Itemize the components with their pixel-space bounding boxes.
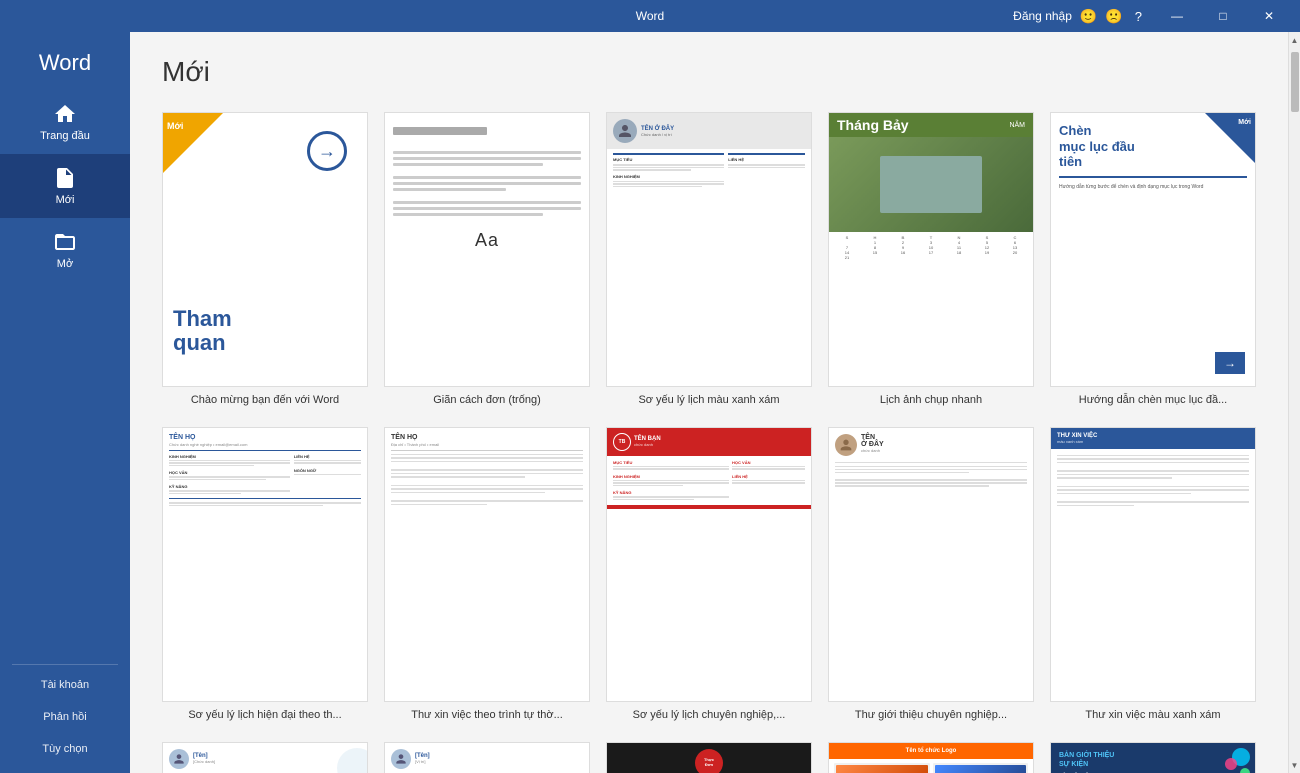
template-card-blank[interactable]: Aa Giãn cách đơn (trống) — [384, 112, 590, 407]
sidebar-home-label: Trang đầu — [40, 130, 90, 142]
template-name-cv-letter: Thư xin việc theo trình tự thờ... — [384, 708, 590, 722]
sidebar-divider — [12, 664, 118, 665]
home-icon — [53, 102, 77, 126]
template-card-cv-modern[interactable]: TÊN HỌ Chức danh nghề nghiệp • email@ema… — [162, 427, 368, 722]
maximize-button[interactable]: □ — [1200, 0, 1246, 32]
minimize-button[interactable]: — — [1154, 0, 1200, 32]
page-title: Mới — [162, 56, 1256, 88]
welcome-badge-text: Mới — [167, 121, 183, 131]
template-card-event-colorful[interactable]: Tên tổ chức Logo — [828, 742, 1034, 773]
template-card-cv-letter[interactable]: TÊN HỌ Địa chỉ • Thành phố • email — [384, 427, 590, 722]
scroll-thumb[interactable] — [1291, 52, 1299, 112]
template-name-welcome: Chào mừng bạn đến với Word — [162, 393, 368, 407]
template-thumb-blank: Aa — [384, 112, 590, 387]
sidebar-nav: Trang đầu Mới Mở — [0, 90, 130, 660]
toc-badge-text: Mới — [1238, 119, 1251, 126]
sidebar: Word Trang đầu Mới Mở — [0, 32, 130, 773]
sidebar-item-home[interactable]: Trang đầu — [0, 90, 130, 154]
template-name-cv-letter-blue: Thư xin việc màu xanh xám — [1050, 708, 1256, 722]
sidebar-item-new[interactable]: Mới — [0, 154, 130, 218]
close-button[interactable]: ✕ — [1246, 0, 1292, 32]
sad-icon[interactable]: 🙁 — [1105, 8, 1122, 25]
template-thumb-cv-intro: TÊNỞ ĐÂY chức danh — [828, 427, 1034, 702]
template-name-cv-red: Sơ yếu lý lịch chuyên nghiệp,... — [606, 708, 812, 722]
new-icon — [53, 166, 77, 190]
help-button[interactable]: ? — [1131, 9, 1146, 24]
template-card-cv-circle-2[interactable]: [Tên] [Vị trí] KINH NGHIỆM HỌC VẤN LIÊN … — [384, 742, 590, 773]
sidebar-item-options[interactable]: Tùy chọn — [0, 733, 130, 765]
template-name-blank: Giãn cách đơn (trống) — [384, 393, 590, 407]
template-thumb-welcome: Mới → Thamquan — [162, 112, 368, 387]
template-thumb-calendar: Tháng Bảy NĂM S H B T — [828, 112, 1034, 387]
sidebar-item-feedback[interactable]: Phản hồi — [0, 701, 130, 733]
template-name-calendar: Lịch ảnh chụp nhanh — [828, 393, 1034, 407]
template-name-toc: Hướng dẫn chèn mục lục đầ... — [1050, 393, 1256, 407]
template-card-event-blue[interactable]: BẢN GIỚI THIỆUSỰ KIỆN NÊN BẮT ĐẦUNHƯ THẾ… — [1050, 742, 1256, 773]
template-card-cv-blue[interactable]: TÊN Ở ĐÂY Chức danh / vị trí MỤC TIÊU — [606, 112, 812, 407]
scroll-up-button[interactable]: ▲ — [1289, 32, 1300, 48]
template-thumb-event-blue: BẢN GIỚI THIỆUSỰ KIỆN NÊN BẮT ĐẦUNHƯ THẾ… — [1050, 742, 1256, 773]
template-thumb-cv-red: TB TÊN BẠN chức danh MỤC TIÊU — [606, 427, 812, 702]
signin-label[interactable]: Đăng nhập — [1013, 9, 1072, 23]
template-thumb-cv-blue: TÊN Ở ĐÂY Chức danh / vị trí MỤC TIÊU — [606, 112, 812, 387]
template-thumb-cv-circle-2: [Tên] [Vị trí] KINH NGHIỆM HỌC VẤN LIÊN … — [384, 742, 590, 773]
sidebar-open-label: Mở — [57, 258, 73, 270]
welcome-big-text: Thamquan — [173, 307, 232, 355]
app-title-center: Word — [636, 9, 664, 23]
template-card-cv-intro[interactable]: TÊNỞ ĐÂY chức danh — [828, 427, 1034, 722]
feedback-smiley-icon[interactable]: 🙂 — [1080, 8, 1097, 25]
template-name-cv-blue: Sơ yếu lý lịch màu xanh xám — [606, 393, 812, 407]
window-controls: — □ ✕ — [1154, 0, 1292, 32]
open-icon — [53, 230, 77, 254]
template-thumb-menu-dark: ThựcĐơn BẮT ĐẦU — [606, 742, 812, 773]
template-thumb-cv-circle-1: [Tên] [Chức danh] TRẢI KỸ NĂNG LIÊN HỆ — [162, 742, 368, 773]
template-name-cv-intro: Thư giới thiệu chuyên nghiệp... — [828, 708, 1034, 722]
title-bar-actions: Đăng nhập 🙂 🙁 ? — □ ✕ — [1013, 0, 1292, 32]
sidebar-app-name: Word — [0, 32, 130, 90]
template-thumb-event-colorful: Tên tổ chức Logo — [828, 742, 1034, 773]
template-card-cv-circle-1[interactable]: [Tên] [Chức danh] TRẢI KỸ NĂNG LIÊN HỆ — [162, 742, 368, 773]
template-thumb-cv-letter: TÊN HỌ Địa chỉ • Thành phố • email — [384, 427, 590, 702]
template-card-menu-dark[interactable]: ThựcĐơn BẮT ĐẦU — [606, 742, 812, 773]
content-area: Mới Mới → Thamquan Chào mừng bạn đến với… — [130, 32, 1288, 773]
template-card-toc[interactable]: Mới Chènmục lục đầutiên Hướng dẫn từng b… — [1050, 112, 1256, 407]
template-card-welcome[interactable]: Mới → Thamquan Chào mừng bạn đến với Wor… — [162, 112, 368, 407]
template-grid: Mới → Thamquan Chào mừng bạn đến với Wor… — [162, 112, 1256, 773]
template-card-cv-letter-blue[interactable]: THƯ XIN VIỆC màu xanh xám — [1050, 427, 1256, 722]
sidebar-new-label: Mới — [56, 194, 75, 206]
toc-arrow-icon: → — [1215, 352, 1245, 374]
title-bar: Word Đăng nhập 🙂 🙁 ? — □ ✕ — [0, 0, 1300, 32]
sidebar-bottom: Tài khoản Phản hồi Tùy chọn — [0, 660, 130, 773]
template-card-calendar[interactable]: Tháng Bảy NĂM S H B T — [828, 112, 1034, 407]
template-card-cv-red[interactable]: TB TÊN BẠN chức danh MỤC TIÊU — [606, 427, 812, 722]
sidebar-item-account[interactable]: Tài khoản — [0, 669, 130, 701]
template-thumb-cv-modern: TÊN HỌ Chức danh nghề nghiệp • email@ema… — [162, 427, 368, 702]
sidebar-item-open[interactable]: Mở — [0, 218, 130, 282]
template-name-cv-modern: Sơ yếu lý lịch hiện đại theo th... — [162, 708, 368, 722]
welcome-arrow-icon: → — [307, 131, 347, 171]
scrollbar[interactable]: ▲ ▼ — [1288, 32, 1300, 773]
template-thumb-toc: Mới Chènmục lục đầutiên Hướng dẫn từng b… — [1050, 112, 1256, 387]
template-thumb-cv-letter-blue: THƯ XIN VIỆC màu xanh xám — [1050, 427, 1256, 702]
scroll-down-button[interactable]: ▼ — [1289, 757, 1300, 773]
